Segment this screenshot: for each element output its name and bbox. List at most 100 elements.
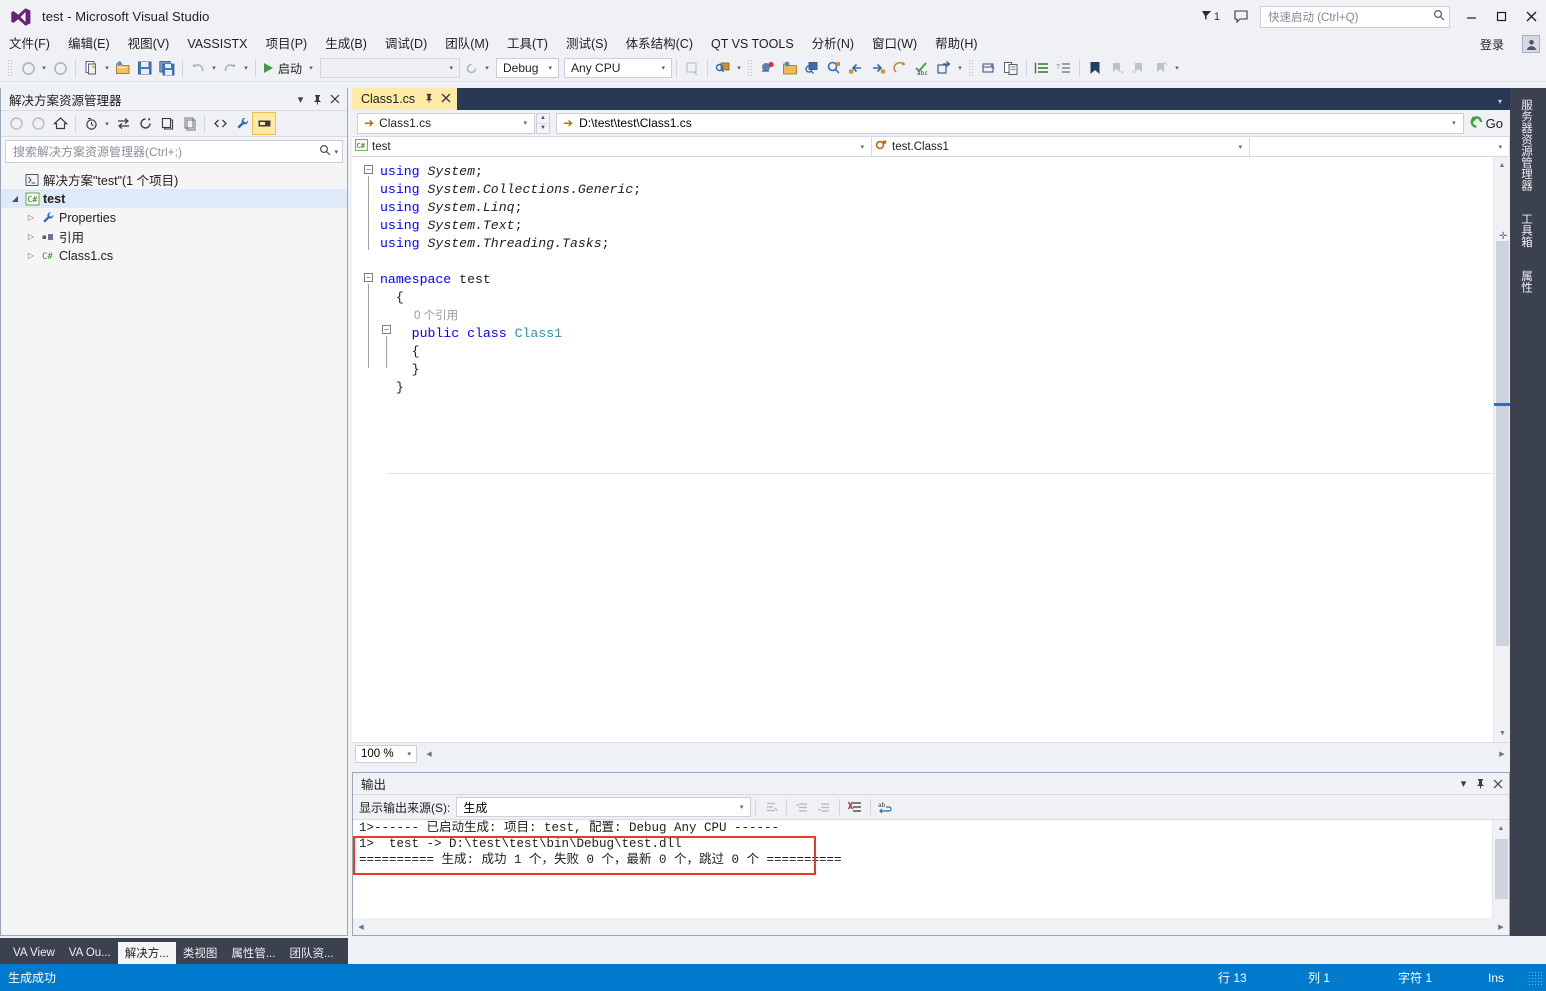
output-vertical-scrollbar[interactable]: ▲ ▼	[1492, 820, 1509, 933]
clear-bookmarks-icon[interactable]	[1150, 57, 1172, 79]
close-button[interactable]	[1516, 3, 1546, 31]
save-icon[interactable]	[134, 57, 156, 79]
open-corresponding-file-icon[interactable]	[779, 57, 801, 79]
tab-class-view[interactable]: 类视图	[176, 942, 225, 964]
forward-navigation-icon[interactable]	[27, 113, 49, 134]
output-scroll-up-icon[interactable]: ▲	[1493, 820, 1509, 837]
minimize-button[interactable]	[1456, 3, 1486, 31]
scroll-right-arrow-icon[interactable]: ▶	[1494, 750, 1510, 758]
spinner-down-icon[interactable]: ▼	[537, 124, 549, 133]
surround-with-icon[interactable]	[889, 57, 911, 79]
go-to-previous-message-icon[interactable]	[791, 797, 813, 818]
menu-item-qt-vs-tools[interactable]: QT VS TOOLS	[702, 34, 803, 54]
navigate-forward-button[interactable]	[49, 57, 71, 79]
output-scroll-left-icon[interactable]: ◀	[353, 923, 369, 931]
tree-node-solution[interactable]: 解决方案"test"(1 个项目)	[1, 170, 347, 189]
panel-menu-chevron-icon[interactable]: ▾	[1455, 775, 1472, 792]
preview-selected-items-icon[interactable]	[253, 113, 275, 134]
filter-caret-icon[interactable]: ▾	[102, 120, 112, 128]
panel-menu-chevron-icon[interactable]: ▾	[292, 91, 309, 108]
refresh-solution-icon[interactable]	[134, 113, 156, 134]
navigate-backward-button[interactable]	[17, 57, 39, 79]
tab-va-view[interactable]: VA View	[6, 942, 62, 964]
close-panel-icon[interactable]	[326, 91, 343, 108]
vassistx-refactor-icon[interactable]	[757, 57, 779, 79]
tree-node-references[interactable]: ▷ 引用	[1, 227, 347, 246]
solution-configuration-combo[interactable]: Debug ▾	[496, 58, 559, 78]
file-path-combo[interactable]: ➜ D:\test\test\Class1.cs ▾	[556, 113, 1464, 134]
output-scroll-right-icon[interactable]: ▶	[1493, 923, 1509, 931]
menu-item-view[interactable]: 视图(V)	[119, 34, 179, 54]
pin-icon[interactable]	[1472, 775, 1489, 792]
next-bookmark-icon[interactable]	[1128, 57, 1150, 79]
menu-item-window[interactable]: 窗口(W)	[863, 34, 926, 54]
start-caret[interactable]: ▾	[306, 64, 316, 72]
menu-item-debug[interactable]: 调试(D)	[376, 34, 436, 54]
tab-property-manager[interactable]: 属性管...	[224, 942, 282, 964]
start-debug-button[interactable]: 启动	[260, 57, 306, 79]
solution-platform-combo[interactable]: Any CPU ▾	[564, 58, 672, 78]
tree-expander-open[interactable]: ◢	[7, 194, 23, 203]
tree-expander[interactable]: ▷	[23, 213, 39, 222]
vtab-toolbox[interactable]: 工具箱	[1518, 205, 1534, 256]
menu-item-edit[interactable]: 编辑(E)	[59, 34, 119, 54]
menu-item-test[interactable]: 测试(S)	[557, 34, 617, 54]
editor-vertical-scrollbar[interactable]: ▲ ✛ ▼	[1493, 157, 1510, 742]
redo-icon[interactable]	[219, 57, 241, 79]
code-editor-surface[interactable]: − − − using System; using System.Collect…	[352, 157, 1510, 742]
refresh-caret[interactable]: ▾	[482, 64, 492, 72]
toggle-bookmark-icon[interactable]	[1084, 57, 1106, 79]
spell-check-icon[interactable]: abc	[911, 57, 933, 79]
fold-marker-usings[interactable]: −	[364, 165, 373, 174]
fold-marker-namespace[interactable]: −	[364, 273, 373, 282]
toolbar-grip-2[interactable]	[747, 59, 754, 77]
refactor-rename-icon[interactable]	[933, 57, 955, 79]
horizontal-scroll-track[interactable]	[437, 745, 1494, 762]
tab-solution-explorer[interactable]: 解决方...	[118, 942, 176, 964]
redo-caret[interactable]: ▾	[241, 64, 251, 72]
toolbar-grip-3[interactable]	[968, 59, 975, 77]
navigate-backward-caret[interactable]: ▾	[39, 64, 49, 72]
refresh-icon[interactable]	[460, 57, 482, 79]
menu-item-architecture[interactable]: 体系结构(C)	[617, 34, 702, 54]
find-references-icon[interactable]	[801, 57, 823, 79]
menu-item-team[interactable]: 团队(M)	[436, 34, 498, 54]
tree-expander[interactable]: ▷	[23, 251, 39, 260]
output-text-area[interactable]: 1>------ 已启动生成: 项目: test, 配置: Debug Any …	[353, 820, 1509, 933]
paste-list-icon[interactable]	[1000, 57, 1022, 79]
file-navigation-combo[interactable]: ➜ Class1.cs ▾	[357, 113, 535, 134]
quick-launch-input[interactable]: 快速启动 (Ctrl+Q)	[1260, 6, 1450, 28]
vtab-server-explorer[interactable]: 服务器资源管理器	[1518, 91, 1534, 199]
fold-marker-class[interactable]: −	[382, 325, 391, 334]
navigation-spinner[interactable]: ▲ ▼	[536, 113, 550, 134]
account-avatar-icon[interactable]	[1522, 35, 1540, 53]
show-all-files-icon[interactable]	[178, 113, 200, 134]
clear-all-icon[interactable]	[844, 797, 866, 818]
find-symbol-dialog-icon[interactable]	[823, 57, 845, 79]
new-project-caret[interactable]: ▾	[102, 64, 112, 72]
editor-horizontal-scrollbar[interactable]: ◀ ▶	[421, 745, 1510, 762]
tree-expander[interactable]: ▷	[23, 232, 39, 241]
toggle-word-wrap-icon[interactable]: ab	[875, 797, 897, 818]
attach-to-process-icon[interactable]	[681, 57, 703, 79]
tree-node-properties[interactable]: ▷ Properties	[1, 208, 347, 227]
tab-va-outline[interactable]: VA Ou...	[62, 942, 118, 964]
menu-item-analyze[interactable]: 分析(N)	[803, 34, 863, 54]
view-code-icon[interactable]	[209, 113, 231, 134]
sync-with-active-document-icon[interactable]	[112, 113, 134, 134]
close-panel-icon[interactable]	[1489, 775, 1506, 792]
go-to-previous-icon[interactable]	[845, 57, 867, 79]
scroll-left-arrow-icon[interactable]: ◀	[421, 750, 437, 758]
scroll-up-arrow-icon[interactable]: ▲	[1494, 157, 1510, 174]
menu-item-project[interactable]: 项目(P)	[257, 34, 317, 54]
new-project-icon[interactable]	[80, 57, 102, 79]
pending-changes-filter-icon[interactable]	[80, 113, 102, 134]
close-tab-icon[interactable]	[441, 92, 451, 106]
menu-item-build[interactable]: 生成(B)	[316, 34, 376, 54]
menu-item-vassistx[interactable]: VASSISTX	[178, 34, 256, 54]
go-button[interactable]: Go	[1464, 112, 1508, 134]
home-icon[interactable]	[49, 113, 71, 134]
output-horizontal-scrollbar[interactable]: ◀ ▶	[353, 918, 1509, 935]
uncomment-lines-icon[interactable]: ?	[1053, 57, 1075, 79]
member-dropdown[interactable]: test.Class1 ▾	[872, 137, 1250, 156]
